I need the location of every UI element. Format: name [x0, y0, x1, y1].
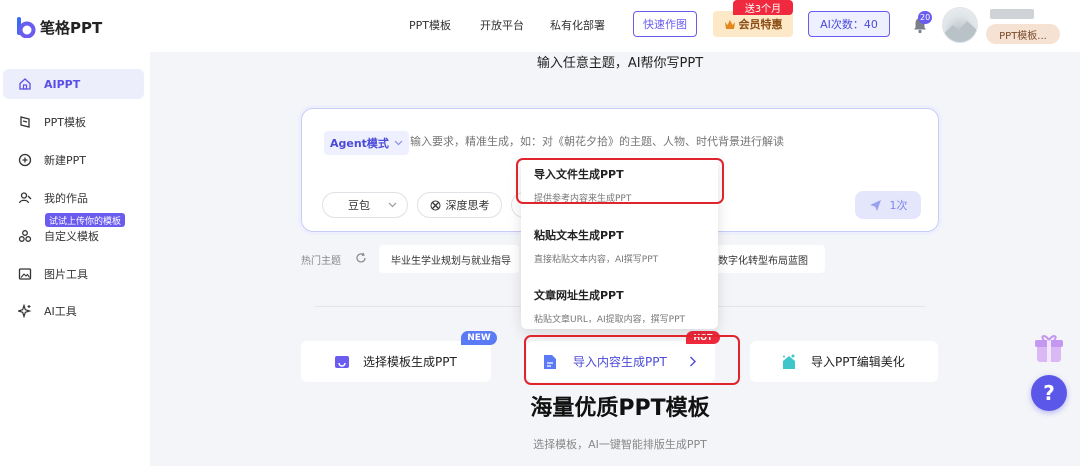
- new-badge: NEW: [461, 331, 497, 345]
- gift-icon[interactable]: [1032, 331, 1066, 365]
- prompt-input[interactable]: [410, 135, 910, 148]
- sidebar-item-label: AIPPT: [44, 77, 81, 91]
- section-title: 海量优质PPT模板: [530, 396, 710, 421]
- nav-ppt-template[interactable]: PPT模板: [409, 17, 451, 33]
- nav-private-deploy[interactable]: 私有化部署: [550, 17, 605, 33]
- hot-topic-chip[interactable]: 数字化转型布局蓝图: [706, 245, 825, 273]
- dropdown-item-article-url[interactable]: 文章网址生成PPT 粘贴文章URL，AI提取内容，撰写PPT: [534, 287, 714, 325]
- import-content-generate-button[interactable]: 导入内容生成PPT: [527, 341, 715, 382]
- dropdown-item-title: 文章网址生成PPT: [534, 289, 624, 302]
- logo-text: 笔格PPT: [40, 18, 103, 37]
- chevron-right-icon: [689, 356, 696, 367]
- model-label: 豆包: [348, 199, 370, 212]
- sidebar-item-label: 图片工具: [44, 268, 88, 281]
- chevron-down-icon: [394, 140, 403, 146]
- model-select[interactable]: 豆包: [322, 192, 408, 218]
- top-header: 笔格PPT PPT模板 开放平台 私有化部署 快速作图 会员特惠 送3个月 AI…: [0, 0, 1080, 52]
- deep-think-icon: [430, 200, 440, 210]
- document-icon: [544, 354, 556, 369]
- help-button[interactable]: ?: [1031, 375, 1067, 411]
- page-title: 输入任意主题，AI帮你写PPT: [536, 56, 704, 71]
- sidebar-item-label: 我的作品: [44, 192, 88, 205]
- feature-label: 导入PPT编辑美化: [811, 355, 905, 369]
- username-blurred: [990, 9, 1034, 19]
- template-icon: [20, 116, 30, 128]
- hot-badge: HOT: [686, 331, 720, 344]
- sidebar-item-image-tools[interactable]: 图片工具: [3, 259, 144, 289]
- section-subtitle: 选择模板，AI一键智能排版生成PPT: [533, 438, 707, 451]
- sidebar-item-ai-tools[interactable]: AI工具: [3, 296, 144, 326]
- ai-count-button[interactable]: AI次数：40: [808, 11, 890, 37]
- user-tag[interactable]: PPT模板...: [986, 24, 1060, 44]
- sidebar-item-label: AI工具: [44, 305, 77, 318]
- sidebar-item-label: 自定义模板: [44, 230, 99, 243]
- agent-mode-label: Agent模式: [330, 137, 389, 150]
- feature-label: 导入内容生成PPT: [573, 355, 667, 369]
- sidebar-item-my-works[interactable]: 我的作品: [3, 183, 144, 213]
- deep-think-label: 深度思考: [445, 199, 490, 212]
- deep-think-toggle[interactable]: 深度思考: [417, 192, 502, 218]
- member-offer-label: 会员特惠: [738, 18, 783, 31]
- magic-beautify-icon: [783, 354, 795, 369]
- hot-topic-chip[interactable]: 毕业生学业规划与就业指导: [379, 245, 519, 273]
- plus-circle-icon: [18, 153, 32, 167]
- image-icon: [18, 268, 32, 280]
- refresh-icon[interactable]: [355, 252, 367, 264]
- user-work-icon: [18, 192, 32, 204]
- dropdown-item-paste-text[interactable]: 粘贴文本生成PPT 直接粘贴文本内容，AI撰写PPT: [534, 227, 714, 265]
- hot-topics-label: 热门主题: [301, 256, 341, 267]
- import-ppt-beautify-button[interactable]: 导入PPT编辑美化: [750, 341, 938, 382]
- custom-template-icon: [18, 230, 32, 242]
- dropdown-item-title: 导入文件生成PPT: [534, 168, 624, 181]
- sidebar-item-label: 新建PPT: [44, 154, 86, 167]
- nav-open-platform[interactable]: 开放平台: [480, 17, 524, 33]
- dropdown-item-title: 粘贴文本生成PPT: [534, 229, 624, 242]
- quick-draw-button[interactable]: 快速作图: [633, 11, 697, 37]
- avatar[interactable]: [942, 7, 978, 43]
- send-icon: [869, 199, 881, 211]
- promo-badge: 送3个月: [733, 0, 793, 15]
- dropdown-item-desc: 提供参考内容来生成PPT: [534, 194, 632, 204]
- feature-label: 选择模板生成PPT: [363, 355, 457, 369]
- send-count-label: 1次: [889, 199, 908, 212]
- send-button[interactable]: 1次: [855, 191, 921, 219]
- question-icon: ?: [1043, 381, 1055, 405]
- sidebar-item-new-ppt[interactable]: 新建PPT: [3, 145, 144, 175]
- chevron-down-icon: [388, 202, 397, 208]
- dropdown-item-desc: 粘贴文章URL，AI提取内容，撰写PPT: [534, 315, 686, 325]
- home-icon: [19, 78, 31, 90]
- sidebar-item-ppt-template[interactable]: PPT模板: [3, 107, 144, 137]
- avatar-image: [943, 21, 977, 42]
- sidebar: AIPPT PPT模板 新建PPT 我的作品 自定义模板 图片工具 AI工具: [0, 52, 150, 466]
- template-folder-icon: [335, 355, 349, 368]
- sidebar-item-label: PPT模板: [44, 116, 86, 129]
- dropdown-item-import-file[interactable]: 导入文件生成PPT 提供参考内容来生成PPT: [534, 166, 714, 204]
- notification-count-badge: 20: [918, 11, 933, 24]
- select-template-generate-button[interactable]: 选择模板生成PPT: [301, 341, 491, 382]
- dropdown-item-desc: 直接粘贴文本内容，AI撰写PPT: [534, 255, 659, 265]
- agent-mode-select[interactable]: Agent模式: [324, 131, 409, 155]
- sparkle-icon: [18, 304, 32, 318]
- crown-icon: [724, 19, 735, 29]
- sidebar-item-aippt[interactable]: AIPPT: [3, 69, 144, 99]
- try-upload-template-tag[interactable]: 试试上传你的模板: [45, 213, 126, 227]
- logo-icon: [17, 17, 36, 38]
- logo[interactable]: 笔格PPT: [16, 16, 102, 38]
- import-dropdown-menu: 导入文件生成PPT 提供参考内容来生成PPT 粘贴文本生成PPT 直接粘贴文本内…: [521, 156, 718, 329]
